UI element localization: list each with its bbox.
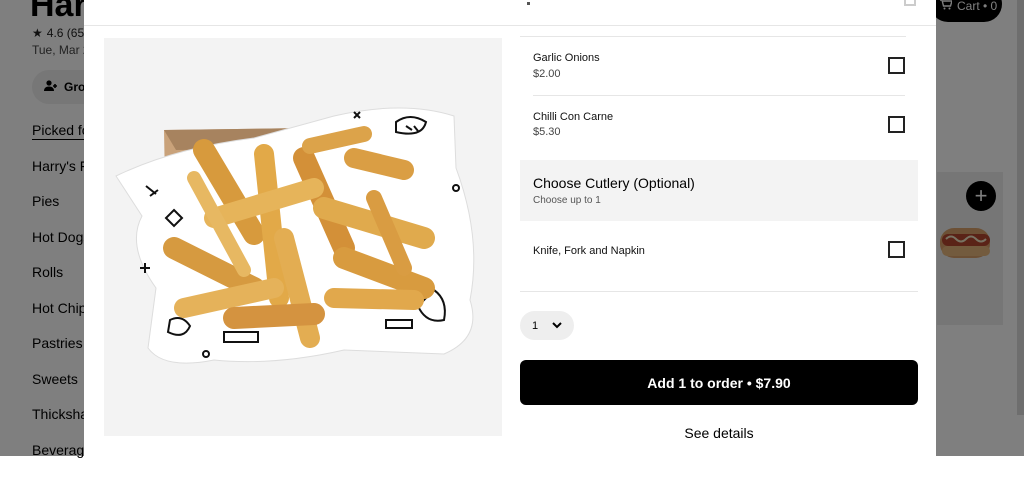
- option-name-chilli-con-carne: Chilli Con Carne: [533, 111, 613, 123]
- option-price-chilli-con-carne: $5.30: [533, 126, 561, 138]
- section-subtitle: Choose up to 1: [533, 195, 601, 206]
- option-name-garlic-onions: Garlic Onions: [533, 52, 600, 64]
- quantity-select[interactable]: 1: [520, 311, 574, 340]
- modal-header-divider: [84, 25, 936, 26]
- section-title: Choose Cutlery (Optional): [533, 175, 695, 191]
- options-divider: [533, 95, 905, 96]
- options-divider-top: [520, 36, 906, 37]
- header-text-fragment: [527, 2, 530, 5]
- add-to-order-button[interactable]: Add 1 to order • $7.90: [520, 360, 918, 405]
- fries-image: [104, 38, 502, 436]
- checkbox-cutlery[interactable]: [888, 241, 905, 258]
- quantity-divider: [520, 291, 918, 292]
- option-name-cutlery: Knife, Fork and Napkin: [533, 245, 645, 257]
- item-photo: [104, 38, 502, 436]
- checkbox-chilli-con-carne[interactable]: [888, 116, 905, 133]
- close-button[interactable]: [904, 0, 916, 6]
- checkbox-garlic-onions[interactable]: [888, 57, 905, 74]
- option-price-garlic-onions: $2.00: [533, 68, 561, 80]
- chevron-down-icon: [552, 320, 562, 332]
- see-details-link[interactable]: See details: [520, 425, 918, 441]
- quantity-value: 1: [532, 320, 538, 332]
- cutlery-section-header: Choose Cutlery (Optional) Choose up to 1: [520, 160, 918, 221]
